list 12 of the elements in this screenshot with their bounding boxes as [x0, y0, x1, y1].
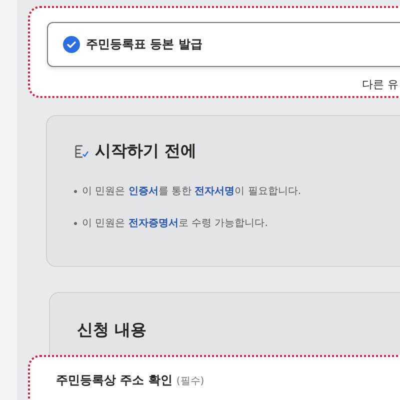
other-type-link[interactable]: 다른 유 — [362, 77, 398, 92]
required-hint: (필수) — [176, 375, 204, 388]
bullet-icon — [74, 222, 77, 224]
field-label: 주민등록상 주소 확인 — [56, 372, 172, 389]
section-title: 신청 내용 — [77, 320, 147, 339]
checklist-icon — [74, 144, 89, 159]
notice-text: 이 민원은 인증서를 통한 전자서명이 필요합니다. — [82, 185, 302, 198]
service-option[interactable]: 주민등록표 등본 발급 — [47, 22, 400, 67]
notice-text: 이 민원은 전자증명서로 수령 가능합니다. — [82, 217, 268, 230]
check-circle-icon — [63, 36, 80, 53]
bullet-icon — [74, 190, 77, 192]
section-title: 시작하기 전에 — [95, 141, 197, 162]
